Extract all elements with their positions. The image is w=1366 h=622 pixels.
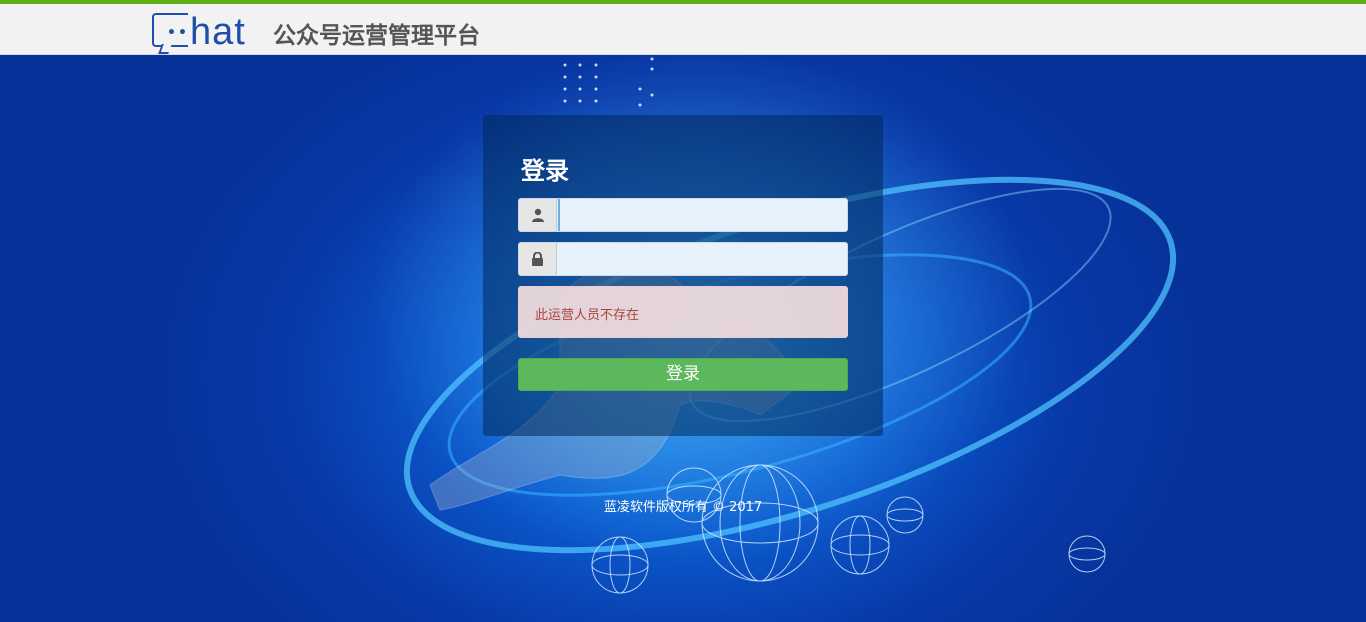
error-alert: 此运营人员不存在 [518, 286, 848, 338]
lock-icon [519, 243, 557, 275]
login-panel: 登录 此运营人员不存在 登录 [483, 115, 883, 436]
username-input[interactable] [558, 199, 847, 231]
copyright-footer: 蓝凌软件版权所有 © 2017 [603, 500, 763, 515]
password-input[interactable] [558, 243, 847, 275]
chat-logo: •• hat [152, 9, 262, 55]
top-bar: •• hat 公众号运营管理平台 [0, 0, 1366, 55]
password-field[interactable] [518, 242, 848, 276]
login-title: 登录 [521, 157, 569, 185]
site-title: 公众号运营管理平台 [273, 23, 480, 49]
logo-dots: •• [167, 25, 189, 41]
username-field[interactable] [518, 198, 848, 232]
logo-wordmark: hat [190, 11, 246, 53]
login-button[interactable]: 登录 [518, 358, 848, 391]
user-icon [519, 199, 557, 231]
